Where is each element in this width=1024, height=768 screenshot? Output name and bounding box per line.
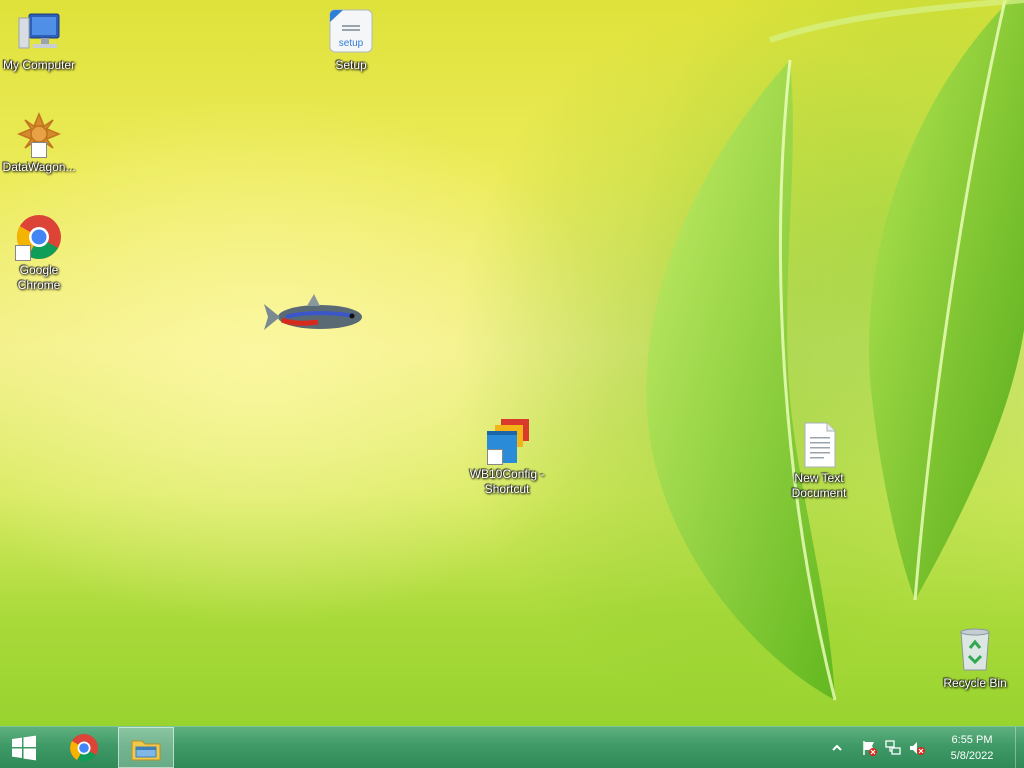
clock-time: 6:55 PM xyxy=(951,734,993,746)
clock-date: 5/8/2022 xyxy=(950,750,994,762)
fish-image xyxy=(264,294,362,330)
text-document-icon xyxy=(795,421,843,469)
desktop-icon-datawagon[interactable]: DataWagon... xyxy=(0,110,81,175)
taskbar-file-explorer-button[interactable] xyxy=(118,727,174,768)
desktop-icon-my-computer[interactable]: My Computer xyxy=(0,8,81,73)
shortcut-arrow-icon xyxy=(15,245,31,261)
volume-muted-icon[interactable] xyxy=(908,739,926,757)
desktop-icon-new-text-document[interactable]: New Text Document xyxy=(777,421,861,501)
setup-icon: setup xyxy=(327,8,375,56)
datawagon-icon xyxy=(15,110,63,158)
desktop-icon-label: New Text Document xyxy=(791,471,847,500)
wallpaper-leaves xyxy=(646,0,1024,701)
desktop-icon-recycle-bin[interactable]: Recycle Bin xyxy=(933,626,1017,691)
svg-text:setup: setup xyxy=(339,38,364,49)
chrome-icon xyxy=(15,213,63,261)
taskbar-clock[interactable]: 6:55 PM 5/8/2022 xyxy=(942,732,1002,764)
computer-icon xyxy=(15,8,63,56)
desktop[interactable]: My Computer setup Setup DataWagon... Goo… xyxy=(0,0,1024,726)
windows-logo-icon xyxy=(12,735,36,760)
desktop-icon-label: Google Chrome xyxy=(17,263,61,292)
action-center-flag-icon[interactable] xyxy=(860,739,878,757)
chevron-up-icon[interactable] xyxy=(828,739,846,757)
shortcut-arrow-icon xyxy=(31,142,47,158)
desktop-icon-setup[interactable]: setup Setup xyxy=(309,8,393,73)
show-desktop-button[interactable] xyxy=(1015,727,1024,768)
chrome-icon xyxy=(70,733,98,762)
desktop-icon-google-chrome[interactable]: Google Chrome xyxy=(0,213,81,293)
desktop-icon-wb10config[interactable]: WB10Config - Shortcut xyxy=(465,417,549,497)
desktop-icon-label: Setup xyxy=(335,58,367,72)
desktop-icon-label: WB10Config - Shortcut xyxy=(469,467,545,496)
system-tray: 6:55 PM 5/8/2022 xyxy=(824,727,1024,768)
desktop-icon-label: My Computer xyxy=(2,58,76,72)
desktop-icon-label: Recycle Bin xyxy=(943,676,1007,690)
taskbar-chrome-button[interactable] xyxy=(56,727,112,768)
network-icon[interactable] xyxy=(884,739,902,757)
desktop-icon-label: DataWagon... xyxy=(2,160,76,174)
shortcut-arrow-icon xyxy=(487,449,503,465)
start-button[interactable] xyxy=(0,727,48,768)
recycle-bin-icon xyxy=(951,626,999,674)
wb10config-icon xyxy=(483,417,531,465)
file-explorer-icon xyxy=(131,740,161,760)
taskbar: 6:55 PM 5/8/2022 xyxy=(0,726,1024,768)
